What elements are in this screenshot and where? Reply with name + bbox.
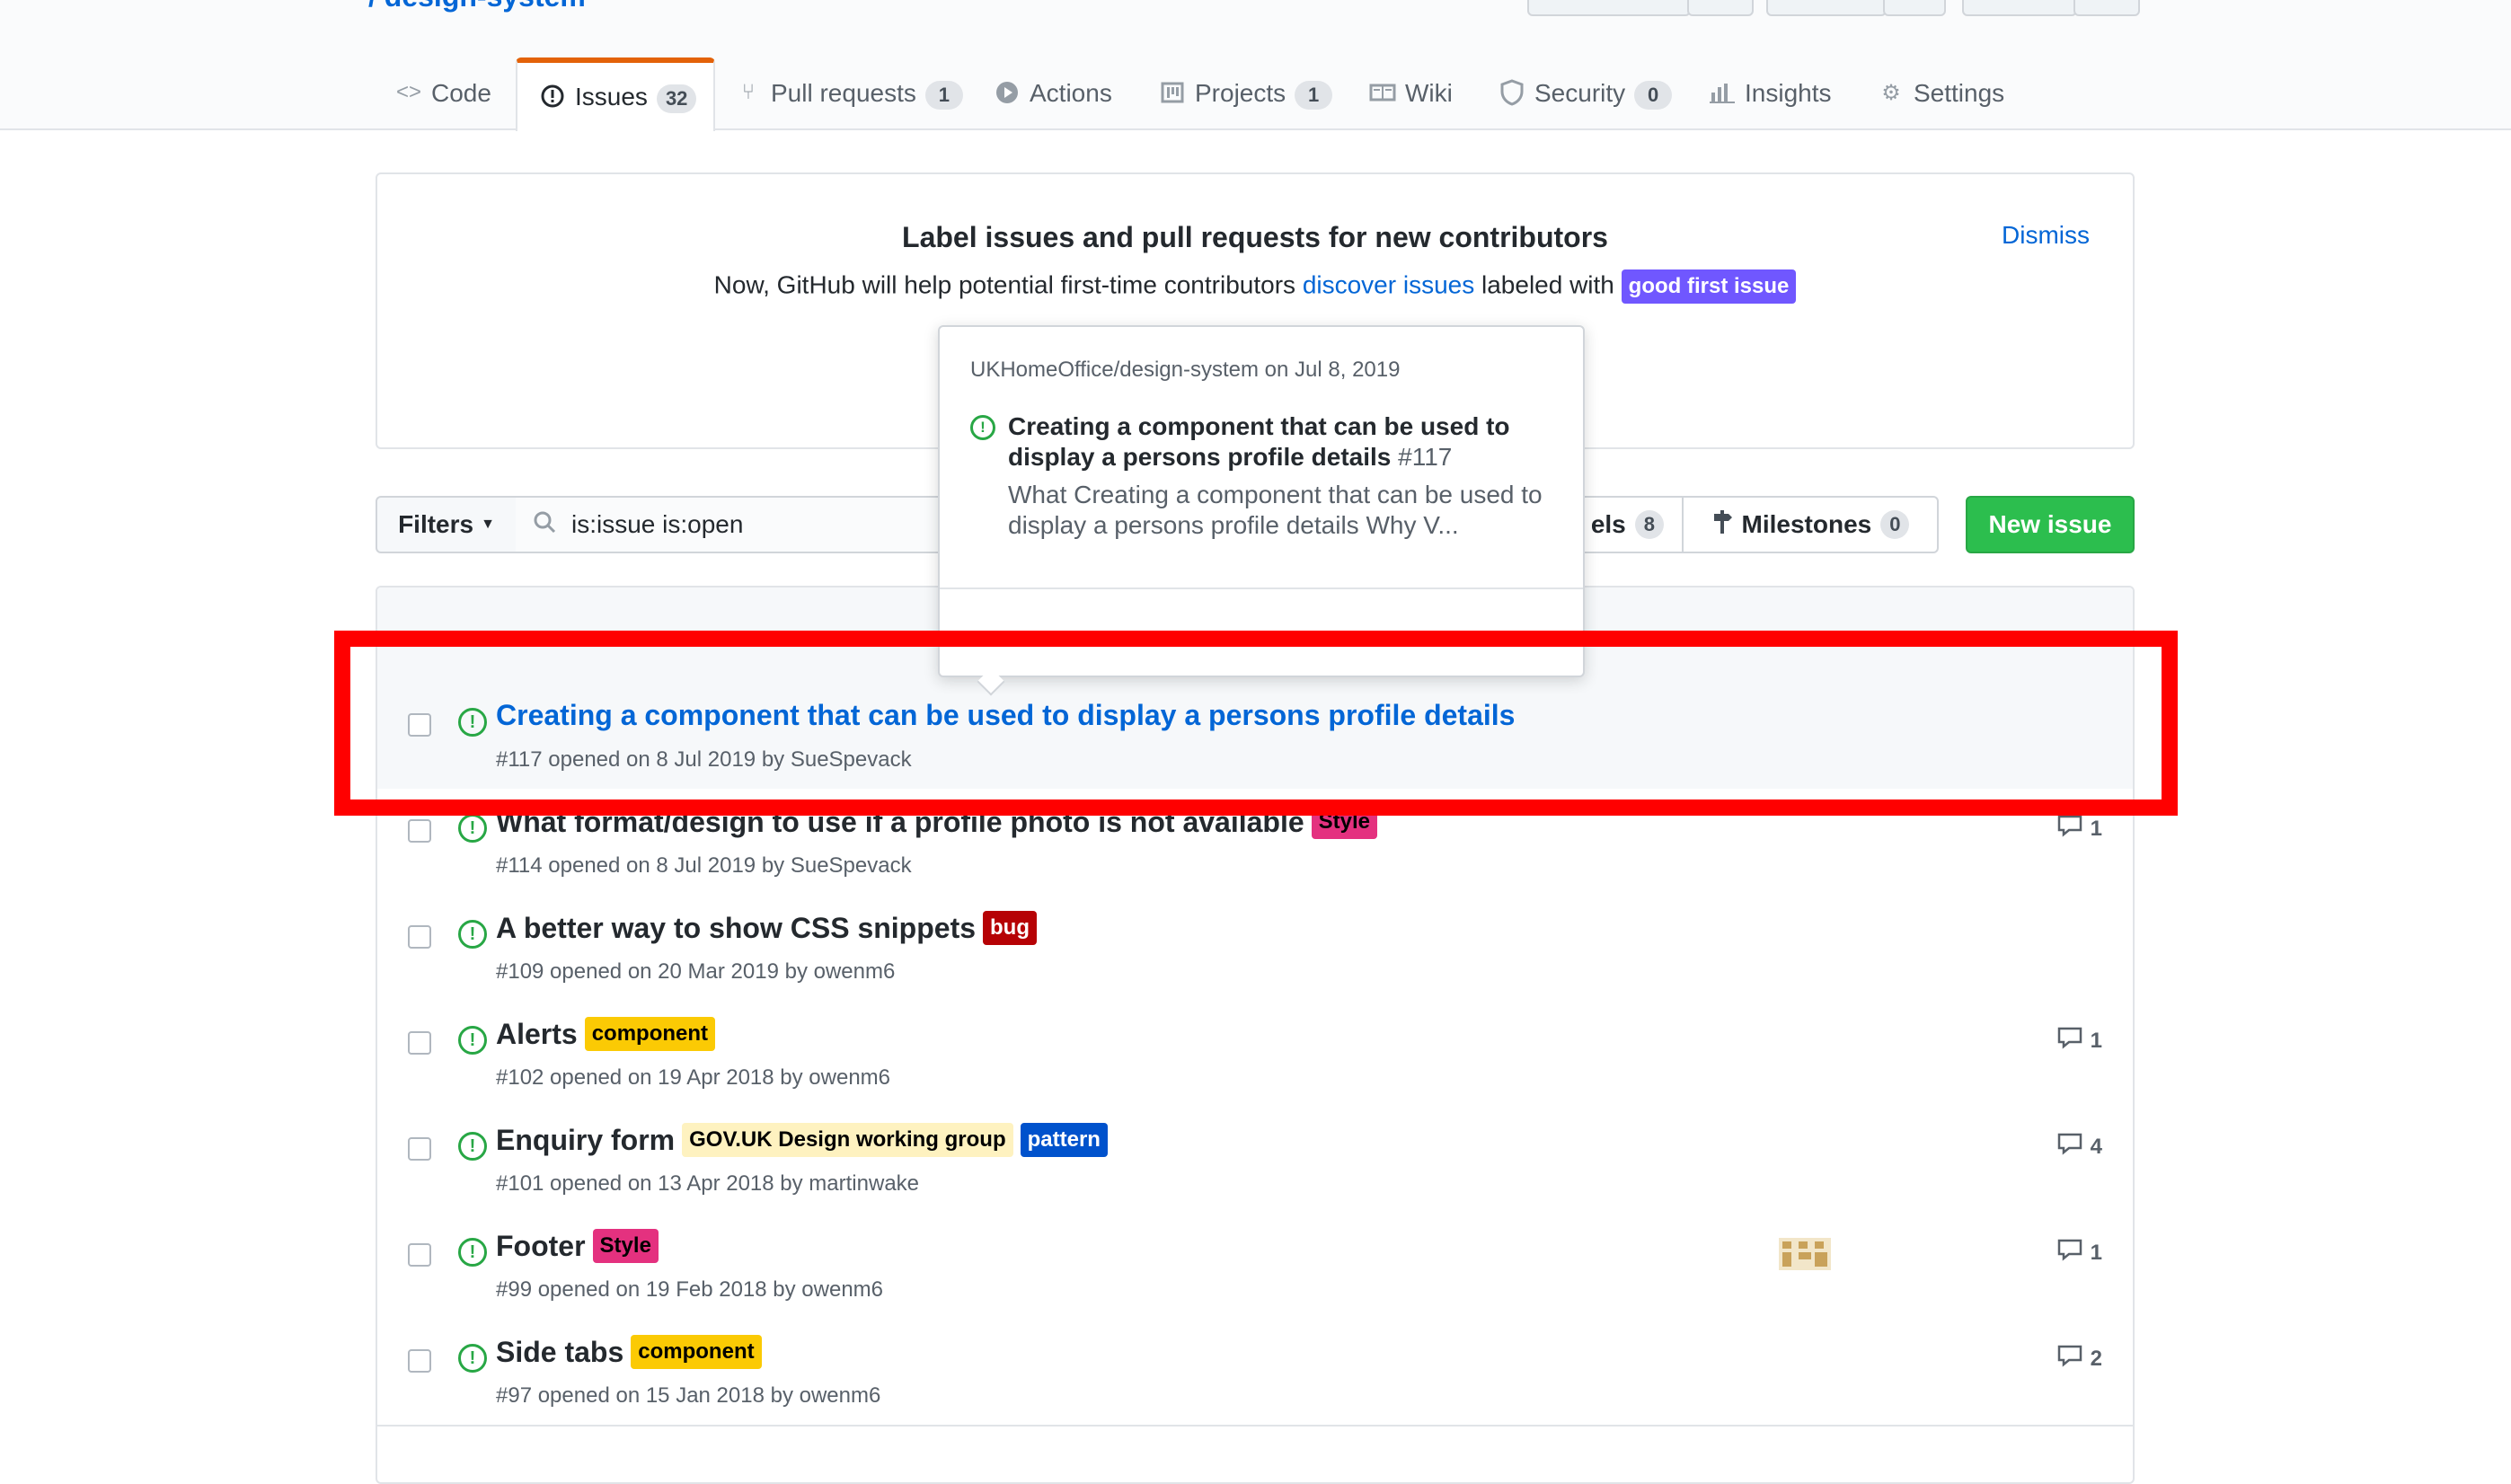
star-count[interactable] — [1883, 0, 1946, 16]
star-button[interactable] — [1766, 0, 1887, 16]
comments-link[interactable]: 1 — [2056, 1238, 2102, 1268]
comment-icon — [2056, 1132, 2083, 1162]
search-icon — [532, 509, 557, 541]
select-issue-checkbox[interactable] — [408, 1243, 431, 1267]
issue-row-109[interactable]: ! A better way to show CSS snippets bug … — [377, 895, 2133, 1003]
tab-pull-requests[interactable]: ⑂ Pull requests 1 — [735, 61, 963, 129]
comments-link[interactable]: 2 — [2056, 1344, 2102, 1374]
good-first-issue-label[interactable]: good first issue — [1621, 269, 1797, 304]
watch-button[interactable] — [1527, 0, 1691, 16]
fork-count[interactable] — [2073, 0, 2140, 16]
tab-code[interactable]: <> Code — [395, 61, 491, 129]
issue-row-102[interactable]: ! Alerts component #102 opened on 19 Apr… — [377, 1001, 2133, 1109]
hovercard-body: What Creating a component that can be us… — [1008, 481, 1543, 539]
code-icon: <> — [395, 80, 422, 104]
play-icon — [994, 79, 1021, 106]
comment-icon — [2056, 1344, 2083, 1374]
issue-hovercard: UKHomeOffice/design-system on Jul 8, 201… — [938, 325, 1585, 677]
fork-button[interactable] — [1962, 0, 2077, 16]
tab-actions[interactable]: Actions — [994, 61, 1112, 129]
comments-link[interactable]: 4 — [2056, 1132, 2102, 1162]
issue-row-97[interactable]: ! Side tabs component #97 opened on 15 J… — [377, 1319, 2133, 1427]
issue-opened-icon: ! — [458, 1132, 487, 1161]
caret-down-icon: ▼ — [481, 517, 495, 532]
gear-icon: ⚙ — [1881, 80, 1901, 105]
issue-row-101[interactable]: ! Enquiry form GOV.UK Design working gro… — [377, 1107, 2133, 1215]
issue-opened-icon: ! — [458, 814, 487, 843]
assignee-avatar[interactable] — [1779, 1238, 1831, 1270]
issue-label[interactable]: pattern — [1020, 1123, 1108, 1157]
tab-security[interactable]: Security 0 — [1499, 61, 1673, 129]
repo-header: / design-system <>Code Issues32 ⑂Pull re… — [0, 0, 2511, 131]
new-issue-button[interactable]: New issue — [1966, 496, 2135, 553]
issue-row-99[interactable]: ! Footer Style #99 opened on 19 Feb 2018… — [377, 1213, 2133, 1321]
milestones-button[interactable]: Milestones 0 — [1682, 496, 1939, 553]
issue-opened-icon — [539, 83, 566, 110]
graph-icon — [1709, 79, 1736, 106]
issue-opened-icon: ! — [458, 1344, 487, 1373]
issue-title-link[interactable]: A better way to show CSS snippets bug — [496, 911, 1037, 945]
issue-title-link[interactable]: Side tabs component — [496, 1335, 762, 1369]
comments-link[interactable]: 1 — [2056, 1026, 2102, 1056]
select-issue-checkbox[interactable] — [408, 819, 431, 843]
discover-issues-link[interactable]: discover issues — [1303, 270, 1474, 298]
filters-dropdown[interactable]: Filters ▼ — [376, 496, 517, 553]
hovercard-title[interactable]: Creating a component that can be used to… — [1008, 411, 1547, 473]
comment-icon — [2056, 1026, 2083, 1056]
tab-projects[interactable]: Projects 1 — [1159, 61, 1333, 129]
banner-title: Label issues and pull requests for new c… — [902, 221, 1608, 253]
search-input[interactable]: is:issue is:open — [516, 496, 983, 553]
select-issue-checkbox[interactable] — [408, 1031, 431, 1055]
issue-label[interactable]: component — [584, 1017, 716, 1051]
issues-count: 32 — [656, 84, 697, 113]
issue-meta: #101 opened on 13 Apr 2018 by martinwake — [496, 1171, 920, 1196]
tab-settings[interactable]: ⚙ Settings — [1878, 61, 2004, 129]
project-icon — [1159, 79, 1186, 106]
issue-label[interactable]: GOV.UK Design working group — [682, 1123, 1013, 1157]
search-value: is:issue is:open — [571, 510, 744, 538]
comments-link[interactable]: 1 — [2056, 814, 2102, 844]
issue-label[interactable]: Style — [592, 1229, 659, 1263]
watch-count[interactable] — [1687, 0, 1754, 16]
issue-title-link[interactable]: Enquiry form GOV.UK Design working group… — [496, 1123, 1108, 1157]
issue-opened-icon: ! — [970, 415, 995, 440]
hovercard-repo-line: UKHomeOffice/design-system on Jul 8, 201… — [970, 358, 1401, 382]
issue-label[interactable]: component — [631, 1335, 762, 1369]
shield-icon — [1499, 79, 1525, 106]
issue-meta: #99 opened on 19 Feb 2018 by owenm6 — [496, 1277, 884, 1302]
select-issue-checkbox[interactable] — [408, 1349, 431, 1373]
comment-icon — [2056, 1238, 2083, 1268]
repo-title[interactable]: / design-system — [368, 0, 586, 13]
book-icon — [1369, 79, 1396, 106]
issue-meta: #102 opened on 19 Apr 2018 by owenm6 — [496, 1065, 891, 1090]
banner-description: Now, GitHub will help potential first-ti… — [377, 269, 2133, 304]
tab-insights[interactable]: Insights — [1709, 61, 1832, 129]
issue-title-link[interactable]: Alerts component — [496, 1017, 716, 1051]
tab-issues[interactable]: Issues 32 — [516, 57, 715, 131]
hovercard-divider — [940, 587, 1583, 589]
comment-icon — [2056, 814, 2083, 844]
select-issue-checkbox[interactable] — [408, 925, 431, 949]
hovercard-issue-number: #117 — [1398, 443, 1453, 471]
issue-meta: #109 opened on 20 Mar 2019 by owenm6 — [496, 959, 896, 984]
issue-title-link[interactable]: Footer Style — [496, 1229, 659, 1263]
issue-opened-icon: ! — [458, 1238, 487, 1267]
git-pull-request-icon: ⑂ — [741, 80, 756, 104]
milestone-icon — [1711, 508, 1733, 542]
issue-opened-icon: ! — [458, 1026, 487, 1055]
issue-label[interactable]: bug — [983, 911, 1037, 945]
issue-meta: #97 opened on 15 Jan 2018 by owenm6 — [496, 1383, 881, 1408]
tab-wiki[interactable]: Wiki — [1369, 61, 1453, 129]
select-issue-checkbox[interactable] — [408, 1137, 431, 1161]
issue-opened-icon: ! — [458, 920, 487, 949]
highlight-annotation — [334, 631, 2178, 816]
dismiss-button[interactable]: Dismiss — [2002, 221, 2090, 250]
issue-meta: #114 opened on 8 Jul 2019 by SueSpevack — [496, 853, 912, 878]
